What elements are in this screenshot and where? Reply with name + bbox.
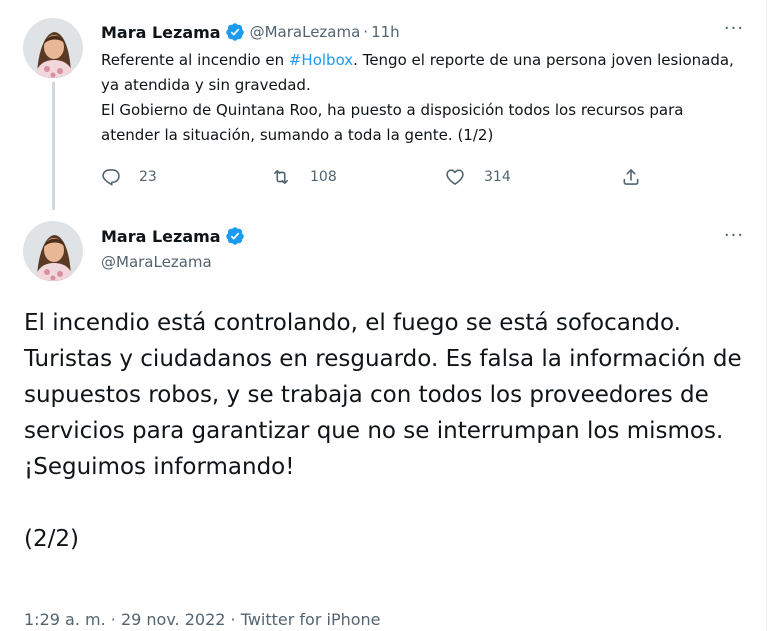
thread-connector-line: [52, 82, 55, 210]
separator-dot: ·: [225, 610, 241, 629]
separator-dot: ·: [363, 23, 369, 41]
hashtag-link[interactable]: #Holbox: [289, 51, 353, 69]
tweet-1-paragraph-2: El Gobierno de Quintana Roo, ha puesto a…: [101, 101, 684, 144]
author-name[interactable]: Mara Lezama: [101, 23, 221, 42]
verified-badge-icon: [225, 22, 245, 42]
tweet-thread: Mara Lezama @MaraLezama · 11h ··· Refere…: [0, 0, 767, 631]
share-button[interactable]: [621, 167, 641, 187]
like-count: 314: [484, 169, 511, 185]
heart-icon: [444, 167, 466, 187]
author-handle[interactable]: @MaraLezama: [250, 23, 361, 41]
retweet-icon: [270, 167, 292, 187]
more-icon[interactable]: ···: [722, 20, 746, 42]
author-handle[interactable]: @MaraLezama: [101, 253, 212, 271]
tweet-timestamp[interactable]: 1:29 a. m.: [24, 610, 106, 629]
tweet-2-paragraph-3: (2/2): [24, 526, 79, 552]
tweet-date[interactable]: 29 nov. 2022: [121, 610, 226, 629]
tweet-2-author: Mara Lezama: [101, 226, 245, 246]
verified-badge-icon: [225, 226, 245, 246]
tweet-1-actions: 23 108 314: [101, 167, 661, 193]
retweet-count: 108: [310, 169, 337, 185]
tweet-2-text: El incendio está controlando, el fuego s…: [24, 305, 754, 557]
reply-icon: [101, 167, 121, 187]
reply-count: 23: [139, 169, 157, 185]
retweet-button[interactable]: 108: [270, 167, 337, 187]
tweet-1[interactable]: Mara Lezama @MaraLezama · 11h ··· Refere…: [0, 0, 766, 210]
tweet-1-paragraph-1: Referente al incendio en #Holbox. Tengo …: [101, 48, 741, 98]
tweet-2-paragraph-1: El incendio está controlando, el fuego s…: [24, 310, 742, 444]
avatar[interactable]: [23, 18, 83, 78]
tweet-source[interactable]: Twitter for iPhone: [241, 610, 381, 629]
tweet-1-header: Mara Lezama @MaraLezama · 11h: [101, 21, 400, 43]
avatar[interactable]: [23, 221, 83, 281]
tweet-2-meta: 1:29 a. m. · 29 nov. 2022 · Twitter for …: [24, 610, 381, 629]
more-icon[interactable]: ···: [722, 227, 746, 249]
tweet-time[interactable]: 11h: [371, 23, 400, 41]
like-button[interactable]: 314: [444, 167, 511, 187]
separator-dot: ·: [105, 610, 121, 629]
tweet-1-text: Referente al incendio en #Holbox. Tengo …: [101, 48, 741, 148]
tweet-2-paragraph-2: ¡Seguimos informando!: [24, 454, 295, 480]
reply-button[interactable]: 23: [101, 167, 157, 187]
share-icon: [621, 167, 641, 187]
author-name[interactable]: Mara Lezama: [101, 227, 221, 246]
text-segment: Referente al incendio en: [101, 51, 289, 69]
